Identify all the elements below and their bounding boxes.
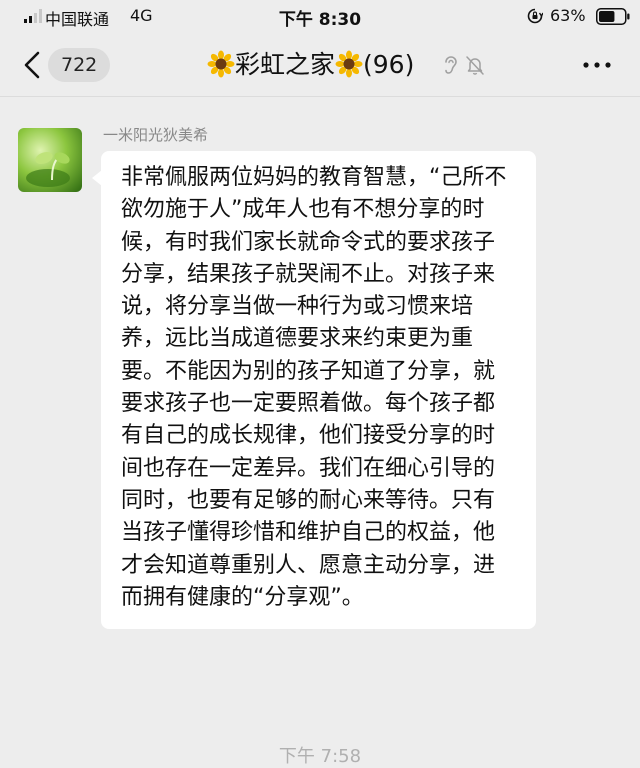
sunflower-icon bbox=[335, 50, 363, 78]
member-count: (96) bbox=[363, 50, 415, 79]
unread-count-badge[interactable]: 722 bbox=[48, 48, 111, 82]
avatar-image bbox=[18, 128, 82, 192]
back-button[interactable] bbox=[18, 49, 46, 81]
battery-percent: 63% bbox=[550, 6, 586, 25]
chat-title[interactable]: 彩虹之家 (96) bbox=[207, 48, 414, 82]
status-time: 下午 8:30 bbox=[278, 10, 362, 30]
status-bar: 中国联通 4G 下午 8:30 63% bbox=[0, 0, 640, 34]
ear-icon bbox=[445, 56, 457, 74]
rotation-lock-icon bbox=[527, 8, 543, 24]
bell-mute-icon bbox=[466, 56, 484, 75]
battery-icon bbox=[596, 8, 630, 25]
message-bubble[interactable]: 非常佩服两位妈妈的教育智慧，“己所不欲勿施于人”成年人也有不想分享的时候，有时我… bbox=[101, 151, 536, 630]
chat-title-text: 彩虹之家 bbox=[235, 50, 336, 79]
message-timestamp: 下午 7:58 bbox=[278, 746, 362, 767]
more-options-button[interactable] bbox=[580, 49, 614, 81]
sender-avatar[interactable] bbox=[18, 128, 82, 192]
sunflower-icon bbox=[207, 50, 235, 78]
sender-name: 一米阳光狄美希 bbox=[103, 126, 209, 144]
chat-header: 722 彩虹之家 (96) bbox=[0, 34, 640, 97]
